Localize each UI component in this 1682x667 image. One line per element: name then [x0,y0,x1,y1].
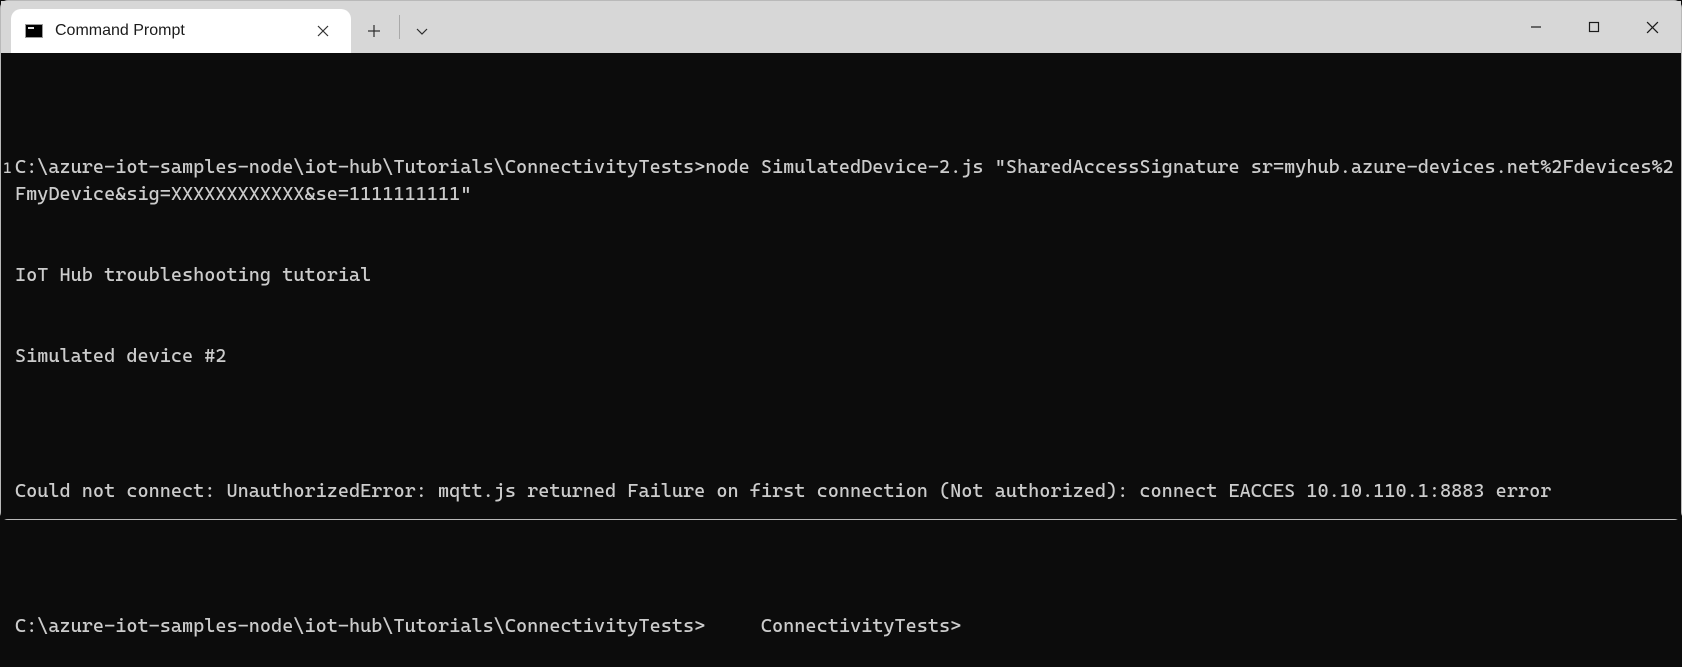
terminal-output[interactable]: 1 C:\azure-iot-samples-node\iot-hub\Tuto… [1,53,1681,519]
minimize-icon [1530,21,1542,33]
gutter-mark: 1 [3,155,12,182]
tab-divider [399,15,400,39]
close-icon [317,25,329,37]
terminal-line: Simulated device #2 [15,343,1681,370]
close-icon [1646,21,1659,34]
window-titlebar: Command Prompt [1,1,1681,53]
chevron-down-icon [415,24,429,38]
plus-icon [367,24,381,38]
maximize-icon [1588,21,1600,33]
terminal-line: C:\azure-iot-samples-node\iot-hub\Tutori… [15,154,1681,208]
new-tab-button[interactable] [351,9,397,53]
minimize-button[interactable] [1507,1,1565,53]
window-controls [1507,1,1681,53]
maximize-button[interactable] [1565,1,1623,53]
tab-title: Command Prompt [55,22,297,40]
terminal-icon [25,24,43,38]
titlebar-drag-area[interactable] [442,1,1507,53]
window-close-button[interactable] [1623,1,1681,53]
terminal-line: IoT Hub troubleshooting tutorial [15,262,1681,289]
tab-close-button[interactable] [309,17,337,45]
tab-command-prompt[interactable]: Command Prompt [11,9,351,53]
terminal-line: Could not connect: UnauthorizedError: mq… [15,478,1681,505]
terminal-line: C:\azure-iot-samples-node\iot-hub\Tutori… [15,613,1681,640]
tab-dropdown-button[interactable] [402,9,442,53]
